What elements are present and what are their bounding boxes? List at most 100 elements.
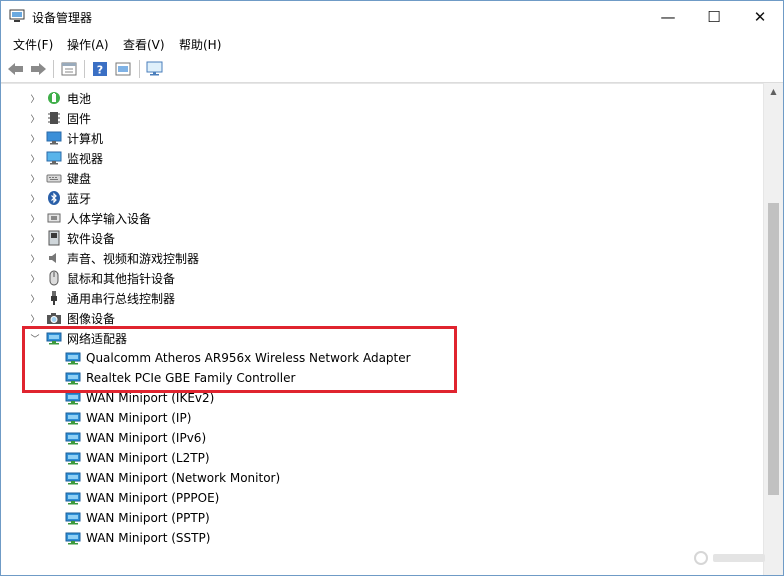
help-button[interactable]: ? [90,59,110,79]
tree-item-label: 人体学输入设备 [67,211,152,226]
tree-device-item[interactable]: WAN Miniport (IKEv2) [65,388,214,408]
speaker-icon [46,250,62,266]
network-adapter-icon [65,510,81,526]
scroll-thumb[interactable] [768,203,779,495]
toolbar-separator [53,60,54,78]
minimize-button[interactable]: — [645,1,691,33]
battery-icon [46,90,62,106]
properties-icon [61,62,77,76]
tree-category[interactable]: 〉 电池 [30,88,92,108]
tree-device-item[interactable]: WAN Miniport (Network Monitor) [65,468,280,488]
update-driver-button[interactable] [113,59,133,79]
software-device-icon [46,230,62,246]
tree-device-item[interactable]: WAN Miniport (L2TP) [65,448,210,468]
tree-item-label: WAN Miniport (Network Monitor) [86,471,281,485]
tree-item-label: WAN Miniport (PPTP) [86,511,210,525]
tree-item-label: WAN Miniport (IPv6) [86,431,207,445]
tree-device-item[interactable]: WAN Miniport (IP) [65,408,191,428]
network-adapter-icon [65,370,81,386]
maximize-button[interactable]: ☐ [691,1,737,33]
chevron-down-icon[interactable]: ﹀ [30,328,40,348]
watermark-logo [694,551,765,565]
tree-item-label: 软件设备 [67,231,116,246]
forward-icon [31,63,46,75]
tree-item-label: 鼠标和其他指针设备 [67,271,176,286]
tree-item-label: WAN Miniport (L2TP) [86,451,210,465]
tree-category[interactable]: 〉 软件设备 [30,228,116,248]
tree-category[interactable]: ﹀ 网络适配器 [30,328,128,348]
menu-view[interactable]: 查看(V) [123,36,165,53]
scan-hardware-button[interactable] [145,59,165,79]
camera-icon [46,310,62,326]
tree-item-label: 蓝牙 [67,191,92,206]
chevron-right-icon[interactable]: 〉 [30,308,40,328]
chevron-right-icon[interactable]: 〉 [30,88,40,108]
network-adapter-icon [65,490,81,506]
chevron-right-icon[interactable]: 〉 [30,208,40,228]
tree-category[interactable]: 〉 键盘 [30,168,92,188]
tree-item-label: 电池 [67,91,92,106]
mouse-icon [46,270,62,286]
tree-category[interactable]: 〉 声音、视频和游戏控制器 [30,248,200,268]
back-icon [8,63,23,75]
tree-category[interactable]: 〉 计算机 [30,128,103,148]
chevron-right-icon[interactable]: 〉 [30,248,40,268]
properties-button[interactable] [59,59,79,79]
tree-device-item[interactable]: WAN Miniport (IPv6) [65,428,206,448]
tree-item-label: WAN Miniport (PPPOE) [86,491,220,505]
tree-item-label: 通用串行总线控制器 [67,291,176,306]
device-manager-window: 设备管理器 — ☐ ✕ 文件(F) 操作(A) 查看(V) 帮助(H) ? 〉 … [0,0,784,576]
tree-category[interactable]: 〉 图像设备 [30,308,115,328]
tree-device-item[interactable]: WAN Miniport (PPTP) [65,508,210,528]
scroll-up-arrow[interactable]: ▲ [764,83,783,100]
menu-file[interactable]: 文件(F) [13,36,53,53]
monitor-scan-icon [146,61,163,76]
chevron-right-icon[interactable]: 〉 [30,148,40,168]
tree-item-label: 声音、视频和游戏控制器 [67,251,200,266]
toolbar: ? [1,56,783,83]
tree-item-label: WAN Miniport (IP) [86,411,192,425]
tree-item-label: 固件 [67,111,92,126]
tree-item-label: 网络适配器 [67,331,128,346]
tree-item-label: 键盘 [67,171,92,186]
chevron-right-icon[interactable]: 〉 [30,168,40,188]
network-adapter-icon [46,330,62,346]
tree-category[interactable]: 〉 通用串行总线控制器 [30,288,176,308]
title-bar[interactable]: 设备管理器 — ☐ ✕ [1,1,783,33]
tree-device-item[interactable]: WAN Miniport (PPPOE) [65,488,219,508]
firmware-icon [46,110,62,126]
tree-category[interactable]: 〉 人体学输入设备 [30,208,152,228]
tree-device-item[interactable]: Realtek PCIe GBE Family Controller [65,368,295,388]
tree-item-label: Qualcomm Atheros AR956x Wireless Network… [86,351,411,365]
network-adapter-icon [65,410,81,426]
chevron-right-icon[interactable]: 〉 [30,128,40,148]
chevron-right-icon[interactable]: 〉 [30,228,40,248]
network-adapter-icon [65,350,81,366]
device-manager-icon [9,9,25,22]
tree-category[interactable]: 〉 蓝牙 [30,188,92,208]
tree-item-label: WAN Miniport (SSTP) [86,531,211,545]
menu-bar: 文件(F) 操作(A) 查看(V) 帮助(H) [1,33,783,55]
vertical-scrollbar[interactable]: ▲ [763,83,783,575]
chevron-right-icon[interactable]: 〉 [30,268,40,288]
tree-device-item[interactable]: Qualcomm Atheros AR956x Wireless Network… [65,348,411,368]
svg-text:?: ? [97,64,103,77]
chevron-right-icon[interactable]: 〉 [30,288,40,308]
tree-category[interactable]: 〉 固件 [30,108,92,128]
window-title: 设备管理器 [32,11,93,25]
forward-button[interactable] [28,59,48,79]
menu-action[interactable]: 操作(A) [67,36,109,53]
tree-item-label: WAN Miniport (IKEv2) [86,391,215,405]
usb-icon [46,290,62,306]
bluetooth-icon [46,190,62,206]
tree-device-item[interactable]: WAN Miniport (SSTP) [65,528,210,548]
network-adapter-icon [65,530,81,546]
chevron-right-icon[interactable]: 〉 [30,188,40,208]
back-button[interactable] [6,59,26,79]
tree-category[interactable]: 〉 监视器 [30,148,103,168]
menu-help[interactable]: 帮助(H) [179,36,221,53]
device-tree[interactable]: 〉电池〉固件〉计算机〉监视器〉键盘〉蓝牙〉人体学输入设备〉软件设备〉声音、视频和… [1,83,763,575]
close-button[interactable]: ✕ [737,1,783,33]
tree-category[interactable]: 〉 鼠标和其他指针设备 [30,268,176,288]
chevron-right-icon[interactable]: 〉 [30,108,40,128]
